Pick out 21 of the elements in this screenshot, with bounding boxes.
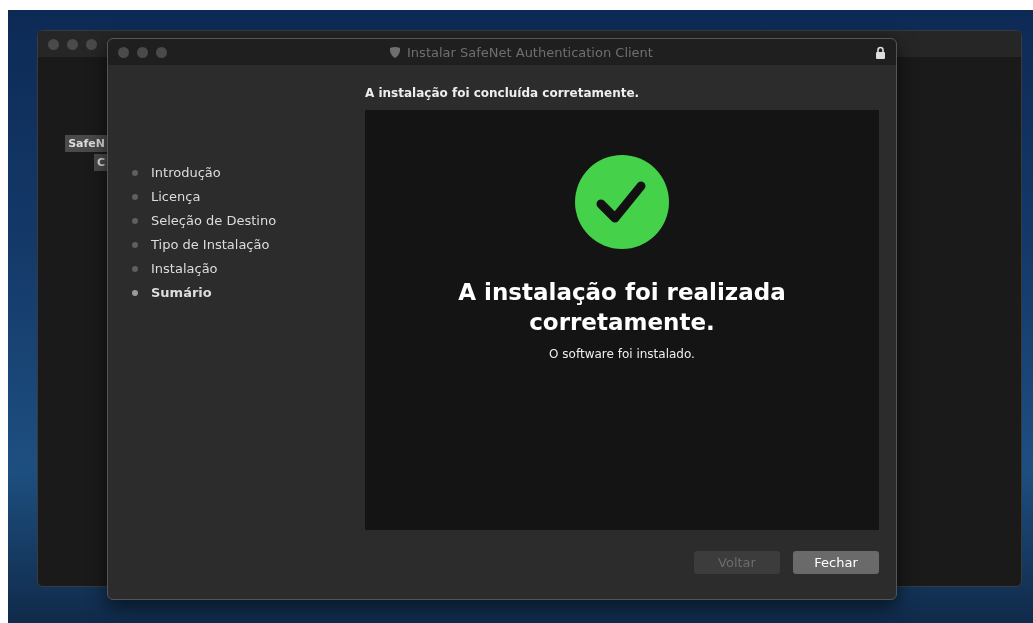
step-label: Tipo de Instalação	[151, 237, 270, 252]
step-label: Sumário	[151, 285, 212, 300]
result-title: A instalação foi realizada corretamente.	[457, 278, 787, 337]
zoom-icon[interactable]	[86, 38, 97, 50]
dialog-button[interactable]: Fechar	[793, 551, 879, 574]
page-heading: A instalação foi concluída corretamente.	[365, 85, 641, 102]
step-label: Licença	[151, 189, 201, 204]
window-title: Instalar SafeNet Authentication Client	[407, 44, 653, 60]
lock-icon	[875, 45, 886, 59]
shield-icon	[389, 46, 402, 58]
step-label: Seleção de Destino	[151, 213, 277, 228]
close-icon[interactable]	[118, 46, 129, 58]
result-message: O software foi instalado.	[549, 347, 695, 361]
step-label: Instalação	[151, 261, 218, 276]
file-label: SafeN	[65, 135, 108, 152]
step-label: Introdução	[151, 165, 221, 180]
minimize-icon[interactable]	[137, 46, 148, 58]
close-icon[interactable]	[48, 38, 59, 50]
checkmark-circle-icon	[575, 155, 669, 249]
zoom-icon[interactable]	[156, 46, 167, 58]
minimize-icon[interactable]	[67, 38, 78, 50]
